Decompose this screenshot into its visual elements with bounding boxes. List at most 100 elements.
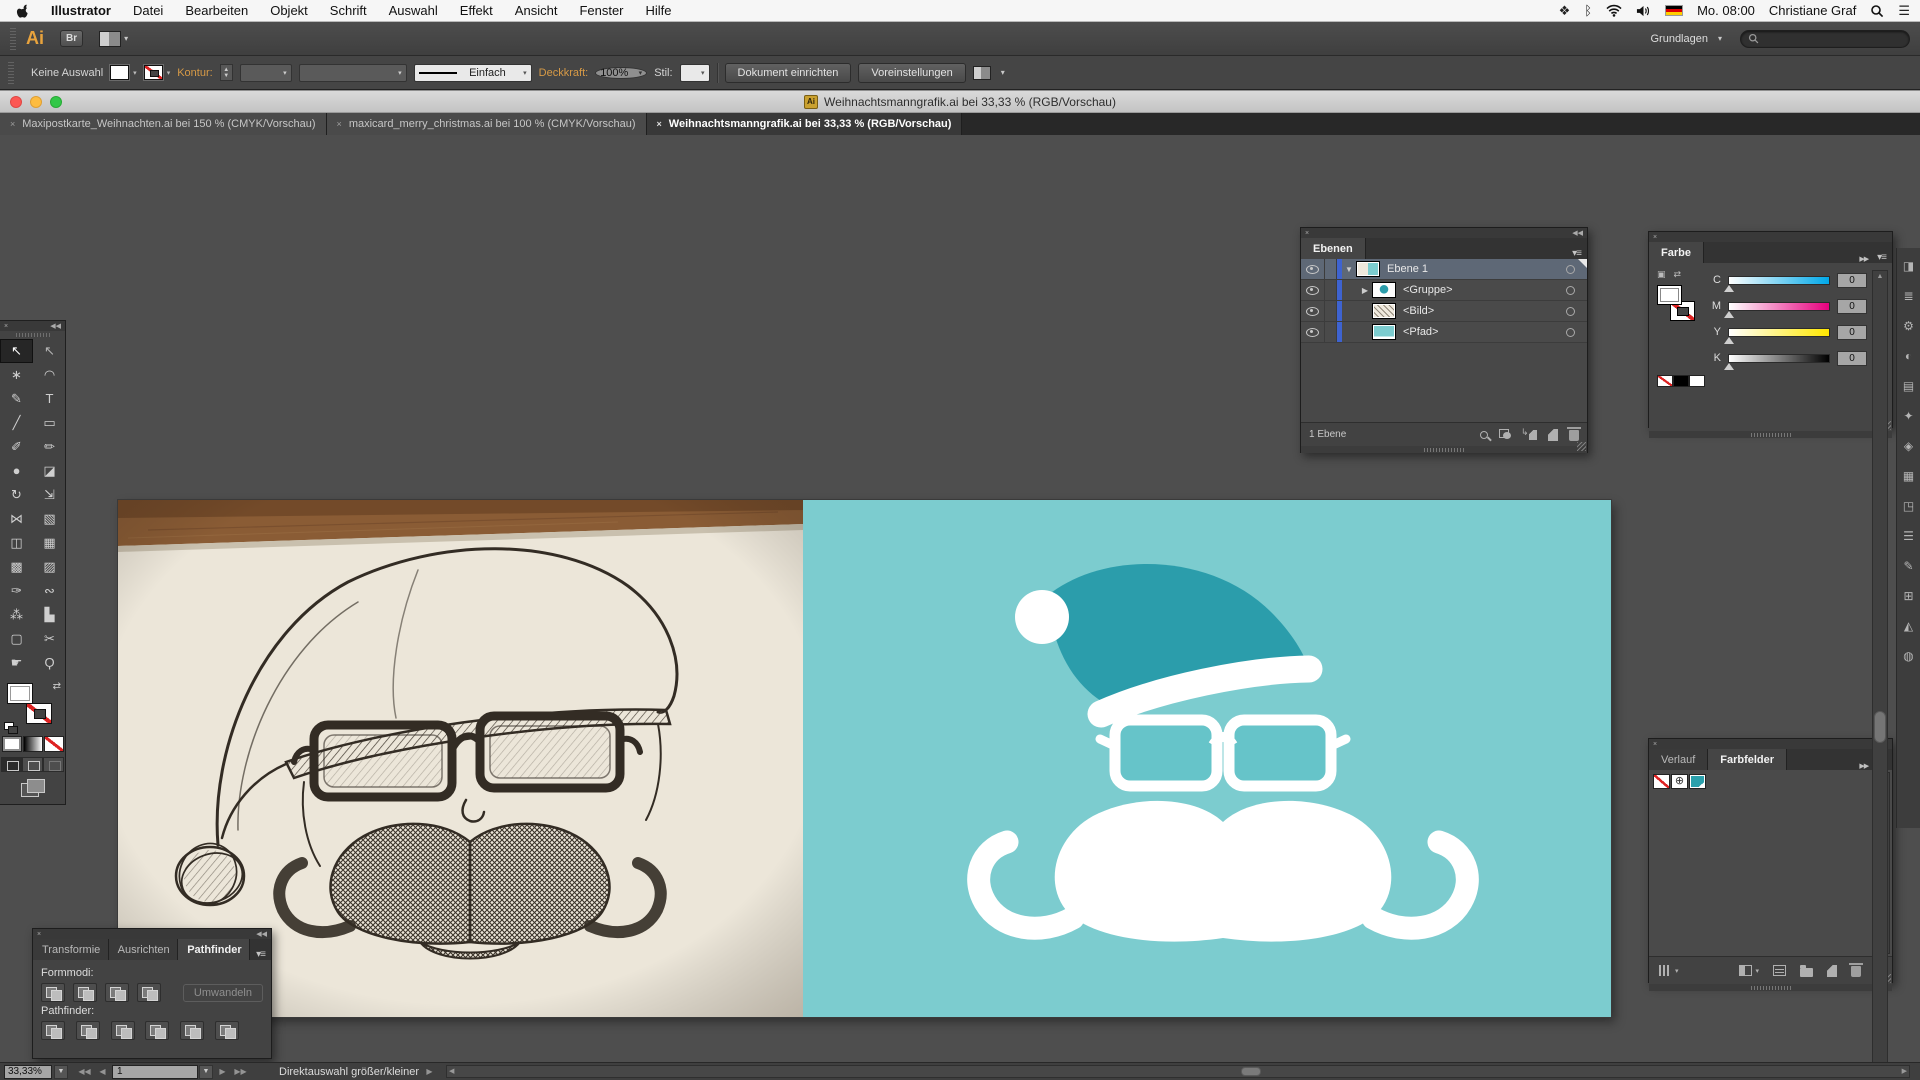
layers-panel-menu-icon[interactable]: ▾≡ [1566, 248, 1587, 259]
black-slider[interactable] [1728, 354, 1830, 363]
arrange-documents-dropdown[interactable]: ▾ [124, 34, 128, 43]
pathfinder-minus-back-button[interactable] [215, 1021, 239, 1040]
tool-symbol-sprayer[interactable]: ⁂ [0, 603, 33, 627]
layer-thumbnail[interactable] [1372, 303, 1396, 319]
toolbar-stroke-swatch[interactable] [26, 703, 52, 724]
layer-thumbnail[interactable] [1372, 282, 1396, 298]
new-layer-icon[interactable] [1548, 429, 1558, 441]
tab-ausrichten[interactable]: Ausrichten [109, 939, 179, 960]
german-flag-keyboard-icon[interactable] [1665, 5, 1683, 16]
menu-bearbeiten[interactable]: Bearbeiten [174, 0, 259, 21]
tab-close-icon[interactable]: × [657, 119, 662, 129]
target-circle-icon[interactable] [1566, 265, 1575, 274]
tab-farbe[interactable]: Farbe [1649, 242, 1704, 263]
next-artboard-button[interactable]: ▶ [214, 1065, 231, 1078]
resize-grip[interactable] [1577, 442, 1586, 451]
lock-cell[interactable] [1325, 259, 1337, 279]
swatch-teal[interactable] [1689, 774, 1706, 789]
slider-marker[interactable] [1724, 285, 1734, 292]
layer-row-gruppe[interactable]: ▶ <Gruppe> [1301, 280, 1587, 301]
color-proxy-icon[interactable]: ▣ [1657, 269, 1666, 280]
disclosure-triangle-icon[interactable]: ▼ [1342, 265, 1356, 274]
dock-panel-icon-14[interactable]: ◍ [1898, 646, 1920, 666]
brush-definition-combo[interactable]: Einfach▾ [414, 64, 532, 82]
dock-panel-icon-7[interactable]: ◈ [1898, 436, 1920, 456]
color-close-icon[interactable]: × [1653, 234, 1657, 241]
none-button[interactable] [44, 736, 64, 752]
menubar-user[interactable]: Christiane Graf [1769, 3, 1856, 18]
previous-artboard-button[interactable]: ◀ [94, 1065, 111, 1078]
dock-panel-icon-3[interactable]: ⚙ [1898, 316, 1920, 336]
umwandeln-button[interactable]: Umwandeln [183, 984, 263, 1002]
screen-mode-button[interactable] [21, 779, 45, 796]
toolbar-close-icon[interactable]: × [4, 323, 8, 330]
tab-close-icon[interactable]: × [337, 119, 342, 129]
layer-row-pfad[interactable]: <Pfad> [1301, 322, 1587, 343]
spotlight-search-icon[interactable] [1870, 4, 1884, 18]
tab-maxicard[interactable]: ×maxicard_merry_christmas.ai bei 100 % (… [327, 113, 647, 135]
workspace-switcher[interactable]: Grundlagen [1650, 33, 1708, 45]
tab-weihnachtsmanngrafik[interactable]: ×Weihnachtsmanngrafik.ai bei 33,33 % (RG… [647, 113, 963, 135]
arrange-documents-icon[interactable] [99, 31, 121, 47]
dock-panel-icon-11[interactable]: ✎ [1898, 556, 1920, 576]
shape-mode-intersect-button[interactable] [105, 983, 129, 1002]
panel-drag-handle[interactable] [1649, 431, 1892, 438]
visibility-eye-icon[interactable] [1306, 328, 1319, 337]
shape-mode-unite-button[interactable] [41, 983, 65, 1002]
scroll-up-icon[interactable]: ▲ [1873, 273, 1887, 280]
tool-direct-selection[interactable]: ↖ [33, 339, 66, 363]
color-swap-icon[interactable]: ⇄ [1674, 269, 1682, 280]
style-combo[interactable]: ▾ [680, 64, 710, 82]
yellow-value-field[interactable]: 0 [1837, 325, 1867, 340]
black-swatch[interactable] [1673, 375, 1689, 387]
toolbar-fill-swatch[interactable] [7, 683, 33, 704]
swatch-options-icon[interactable] [1773, 965, 1786, 976]
target-circle-icon[interactable] [1566, 328, 1575, 337]
layer-name[interactable]: <Gruppe> [1403, 284, 1453, 296]
tool-artboard[interactable]: ▢ [0, 627, 33, 651]
tool-pen[interactable]: ✎ [0, 387, 33, 411]
dock-panel-icon-2[interactable]: ≣ [1898, 286, 1920, 306]
pathfinder-crop-button[interactable] [145, 1021, 169, 1040]
visibility-eye-icon[interactable] [1306, 307, 1319, 316]
swatch-libraries-icon[interactable] [1659, 965, 1671, 976]
tab-farbfelder[interactable]: Farbfelder [1708, 749, 1787, 770]
document-setup-button[interactable]: Dokument einrichten [725, 63, 852, 83]
dock-panel-icon-10[interactable]: ☰ [1898, 526, 1920, 546]
vertical-scrollbar[interactable]: ▲ ▼ [1872, 270, 1888, 1080]
horizontal-scroll-thumb[interactable] [1241, 1067, 1261, 1076]
lock-cell[interactable] [1325, 301, 1337, 321]
pathfinder-close-icon[interactable]: × [37, 931, 41, 938]
apple-menu-icon[interactable] [16, 3, 32, 19]
last-artboard-button[interactable]: ▶▶ [232, 1065, 249, 1078]
tool-mesh[interactable]: ▩ [0, 555, 33, 579]
tab-transformieren[interactable]: Transformie [33, 939, 109, 960]
gradient-button[interactable] [23, 736, 43, 752]
lock-cell[interactable] [1325, 322, 1337, 342]
tool-blob-brush[interactable]: ● [0, 459, 33, 483]
layer-name[interactable]: Ebene 1 [1387, 263, 1428, 275]
yellow-slider[interactable] [1728, 328, 1830, 337]
dock-panel-icon-8[interactable]: ▦ [1898, 466, 1920, 486]
pathfinder-divide-button[interactable] [41, 1021, 65, 1040]
artboard-dropdown-icon[interactable]: ▼ [199, 1065, 213, 1079]
tab-close-icon[interactable]: × [10, 119, 15, 129]
new-color-group-icon[interactable] [1800, 968, 1813, 977]
wifi-icon[interactable] [1606, 4, 1622, 17]
dropbox-icon[interactable]: ❖ [1559, 3, 1571, 19]
shape-mode-minus-front-button[interactable] [73, 983, 97, 1002]
white-swatch[interactable] [1689, 375, 1705, 387]
toolbar-collapse-icon[interactable]: ◀◀ [50, 322, 61, 330]
search-input[interactable] [1740, 30, 1910, 48]
delete-swatch-icon[interactable] [1851, 966, 1861, 977]
swap-fill-stroke-icon[interactable]: ⇄ [53, 681, 61, 692]
stroke-weight-combo[interactable]: ▾ [240, 64, 292, 82]
magenta-slider[interactable] [1728, 302, 1830, 311]
black-value-field[interactable]: 0 [1837, 351, 1867, 366]
layer-row-ebene1[interactable]: ▼ Ebene 1 [1301, 259, 1587, 280]
tool-hand[interactable]: ☛ [0, 651, 33, 675]
color-expand-icon[interactable]: ▶▶ [1856, 255, 1871, 263]
swatch-kinds-icon[interactable] [1739, 965, 1752, 976]
layers-close-icon[interactable]: × [1305, 230, 1309, 237]
bridge-button[interactable]: Br [60, 30, 83, 47]
